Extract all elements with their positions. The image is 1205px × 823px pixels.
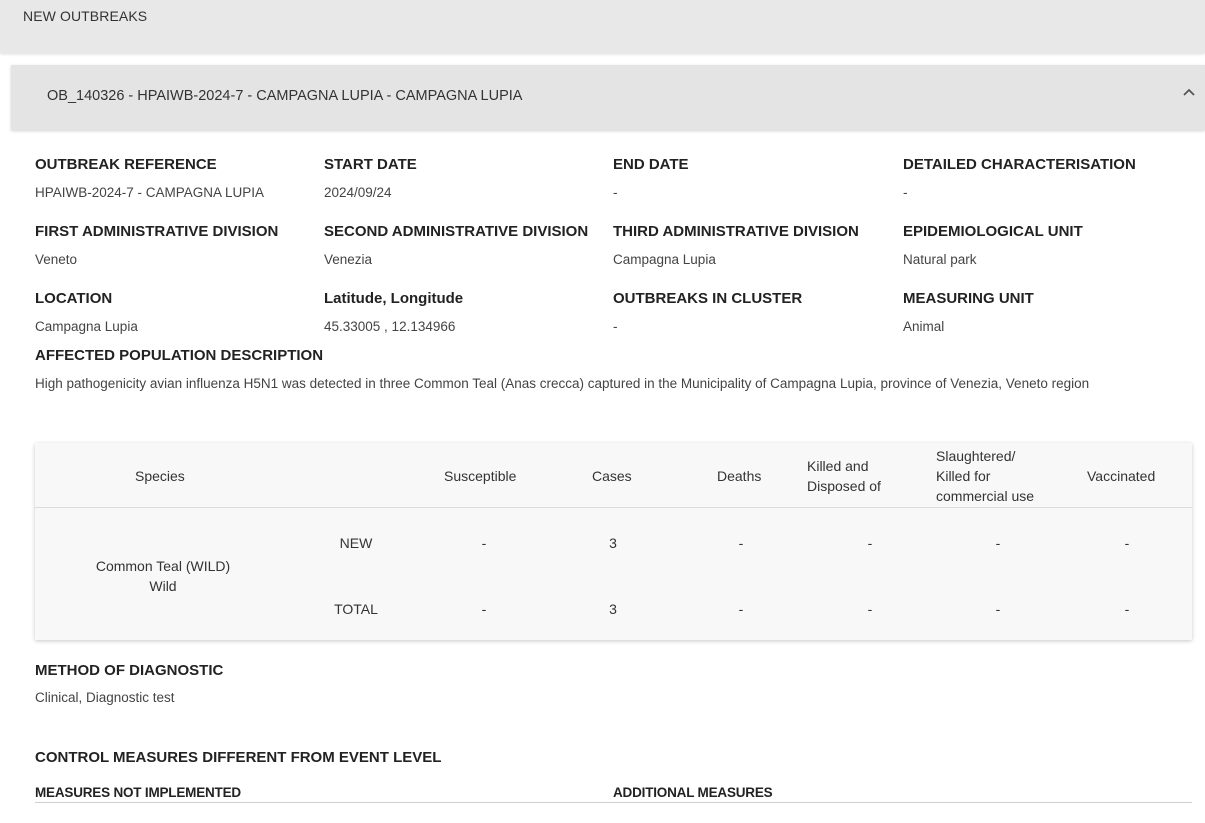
field-label: EPIDEMIOLOGICAL UNIT <box>903 223 1083 240</box>
field-label: THIRD ADMINISTRATIVE DIVISION <box>613 223 859 240</box>
diagnostic-label: METHOD OF DIAGNOSTIC <box>35 662 224 679</box>
field-epidemiological-unit: EPIDEMIOLOGICAL UNIT Natural park <box>903 223 1188 267</box>
field-location: LOCATION Campagna Lupia <box>35 290 320 334</box>
species-name: Common Teal (WILD) <box>95 558 231 574</box>
field-value: - <box>613 185 618 200</box>
control-measures-label: CONTROL MEASURES DIFFERENT FROM EVENT LE… <box>35 749 442 766</box>
field-first-admin-division: FIRST ADMINISTRATIVE DIVISION Veneto <box>35 223 320 267</box>
cell-susceptible: - <box>481 601 487 617</box>
section-title: NEW OUTBREAKS <box>23 8 148 24</box>
field-value: Venezia <box>324 252 373 267</box>
divider <box>35 802 1192 803</box>
population-description-text: High pathogenicity avian influenza H5N1 … <box>35 376 1090 391</box>
cell-cases: 3 <box>609 535 617 551</box>
field-label: Latitude, Longitude <box>324 290 464 307</box>
field-label: OUTBREAK REFERENCE <box>35 156 217 173</box>
field-value: - <box>903 185 908 200</box>
row-type: TOTAL <box>334 601 378 617</box>
field-label: LOCATION <box>35 290 113 307</box>
field-outbreaks-in-cluster: OUTBREAKS IN CLUSTER - <box>613 290 898 334</box>
col-killed-disposed: Killed and Disposed of <box>807 456 881 496</box>
field-label: START DATE <box>324 156 417 173</box>
col-slaughtered-line: Slaughtered/ <box>936 448 1016 464</box>
col-species: Species <box>135 468 185 484</box>
cell-slaughtered: - <box>995 601 1001 617</box>
field-value: 2024/09/24 <box>324 185 392 200</box>
field-measuring-unit: MEASURING UNIT Animal <box>903 290 1188 334</box>
cell-cases: 3 <box>609 601 617 617</box>
field-label: DETAILED CHARACTERISATION <box>903 156 1136 173</box>
species-table: Species Susceptible Cases Deaths Killed … <box>35 443 1192 640</box>
measures-not-implemented-label: MEASURES NOT IMPLEMENTED <box>35 785 241 800</box>
field-value: 45.33005 , 12.134966 <box>324 319 456 334</box>
field-value: Veneto <box>35 252 78 267</box>
table-header: Species Susceptible Cases Deaths Killed … <box>35 443 1192 508</box>
col-deaths: Deaths <box>717 468 762 484</box>
field-lat-lon: Latitude, Longitude 45.33005 , 12.134966 <box>324 290 609 334</box>
field-value: Animal <box>903 319 945 334</box>
species-cell: Common Teal (WILD) Wild <box>35 556 291 596</box>
row-type: NEW <box>339 535 373 551</box>
cell-killed: - <box>867 601 873 617</box>
section-header: NEW OUTBREAKS <box>0 0 1205 53</box>
col-slaughtered: Slaughtered/ Killed for commercial use <box>936 446 1034 506</box>
field-detailed-characterisation: DETAILED CHARACTERISATION - <box>903 156 1188 200</box>
col-slaughtered-line: commercial use <box>936 488 1035 504</box>
col-killed-line: Killed and <box>807 458 869 474</box>
field-start-date: START DATE 2024/09/24 <box>324 156 609 200</box>
field-label: OUTBREAKS IN CLUSTER <box>613 290 803 307</box>
outbreak-panel-title: OB_140326 - HPAIWB-2024-7 - CAMPAGNA LUP… <box>47 88 523 104</box>
cell-deaths: - <box>738 601 744 617</box>
field-second-admin-division: SECOND ADMINISTRATIVE DIVISION Venezia <box>324 223 609 267</box>
field-label: MEASURING UNIT <box>903 290 1034 307</box>
chevron-up-icon[interactable] <box>1181 85 1197 101</box>
field-value: HPAIWB-2024-7 - CAMPAGNA LUPIA <box>35 185 265 200</box>
col-vaccinated: Vaccinated <box>1087 468 1156 484</box>
field-label: END DATE <box>613 156 689 173</box>
field-value: Natural park <box>903 252 977 267</box>
cell-slaughtered: - <box>995 535 1001 551</box>
field-value: Campagna Lupia <box>613 252 716 267</box>
cell-susceptible: - <box>481 535 487 551</box>
outbreak-panel-header[interactable]: OB_140326 - HPAIWB-2024-7 - CAMPAGNA LUP… <box>11 65 1205 130</box>
field-label: SECOND ADMINISTRATIVE DIVISION <box>324 223 589 240</box>
cell-vaccinated: - <box>1124 535 1130 551</box>
field-value: - <box>613 319 618 334</box>
field-third-admin-division: THIRD ADMINISTRATIVE DIVISION Campagna L… <box>613 223 898 267</box>
diagnostic-value: Clinical, Diagnostic test <box>35 690 175 705</box>
col-killed-line: Disposed of <box>807 478 881 494</box>
cell-killed: - <box>867 535 873 551</box>
col-slaughtered-line: Killed for <box>936 468 991 484</box>
population-description-label: AFFECTED POPULATION DESCRIPTION <box>35 347 324 364</box>
cell-deaths: - <box>738 535 744 551</box>
species-type: Wild <box>149 578 177 594</box>
col-susceptible: Susceptible <box>444 468 517 484</box>
field-outbreak-reference: OUTBREAK REFERENCE HPAIWB-2024-7 - CAMPA… <box>35 156 320 200</box>
field-label: FIRST ADMINISTRATIVE DIVISION <box>35 223 279 240</box>
field-end-date: END DATE - <box>613 156 898 200</box>
cell-vaccinated: - <box>1124 601 1130 617</box>
additional-measures-label: ADDITIONAL MEASURES <box>613 785 773 800</box>
col-cases: Cases <box>592 468 632 484</box>
field-value: Campagna Lupia <box>35 319 138 334</box>
